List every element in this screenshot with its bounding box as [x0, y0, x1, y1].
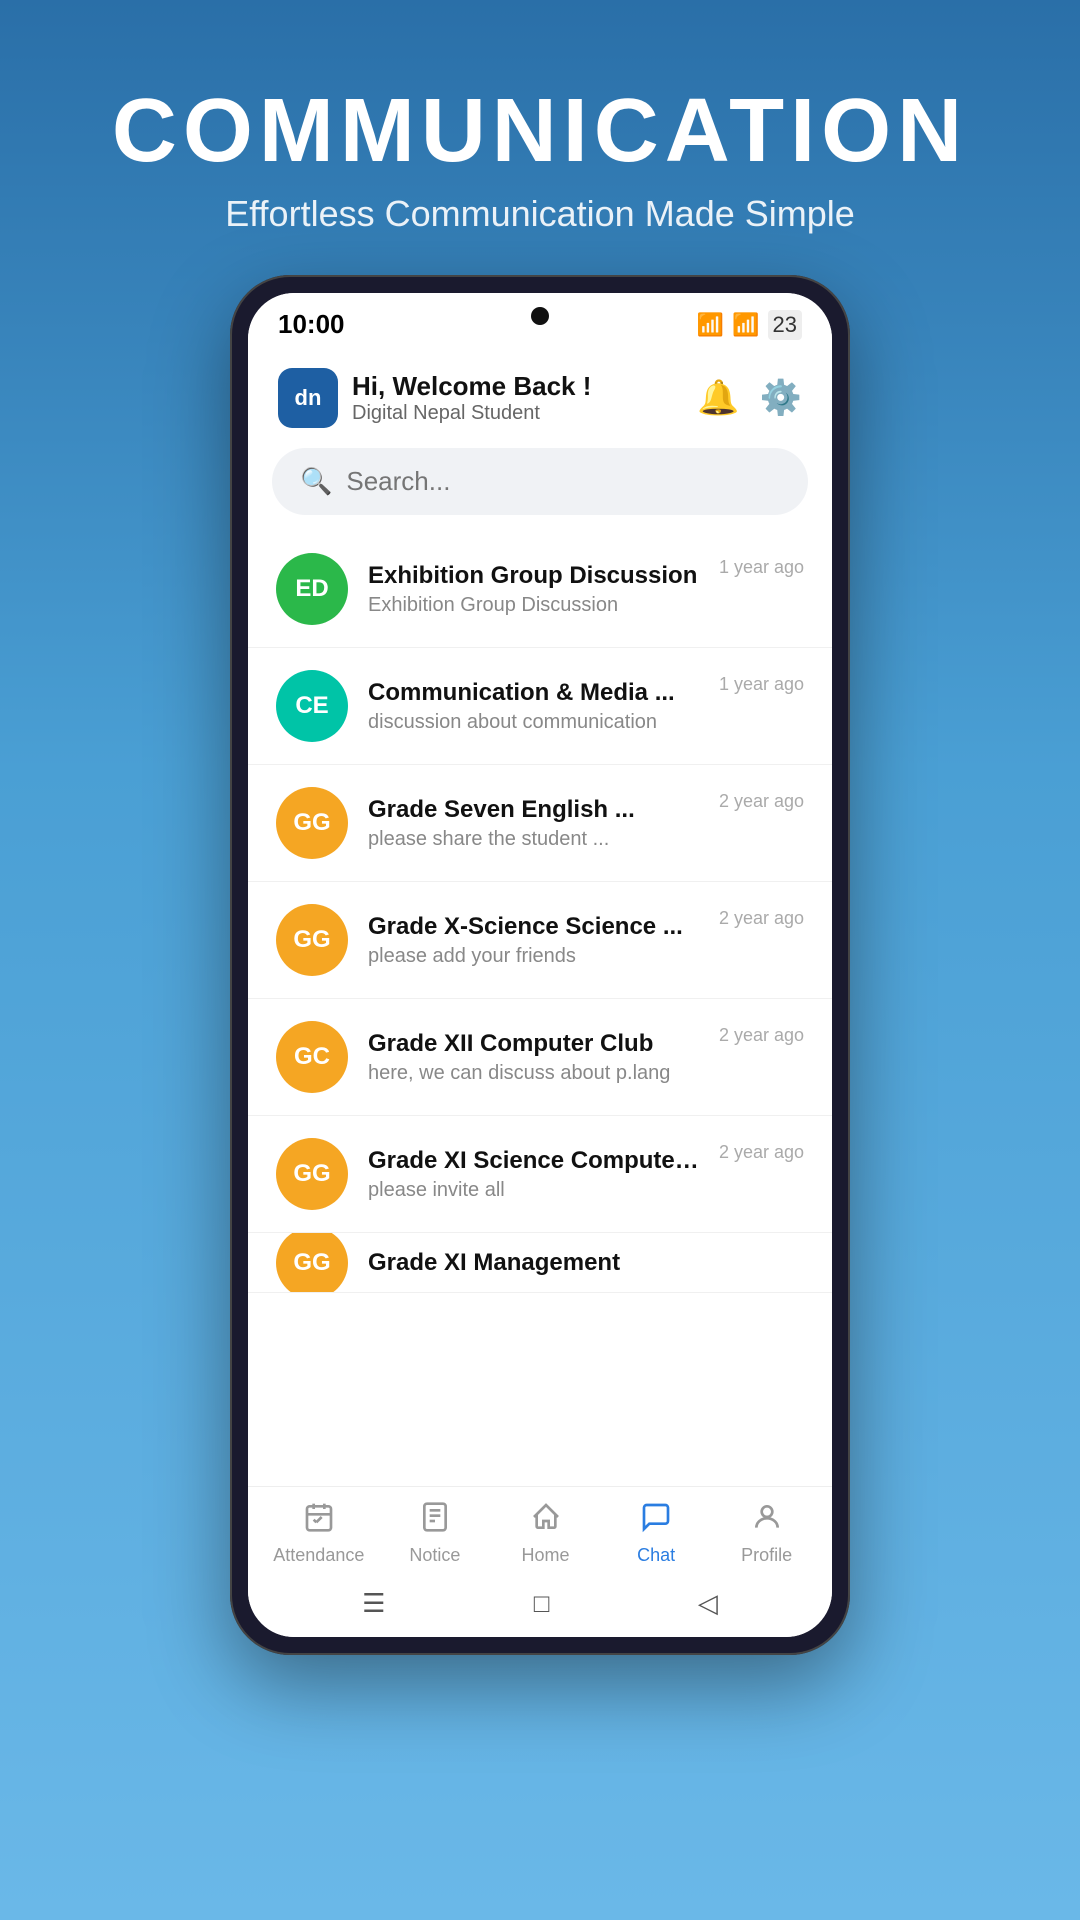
chat-time: 1 year ago [719, 674, 804, 695]
phone-frame: 10:00 📶 📶 23 dn [230, 275, 850, 1655]
app-logo: dn [278, 368, 338, 428]
chat-label: Chat [637, 1545, 675, 1566]
phone-screen: 10:00 📶 📶 23 dn [248, 293, 832, 1637]
greeting-text: Hi, Welcome Back ! [352, 371, 591, 402]
chat-item[interactable]: GG Grade XI Management [248, 1233, 832, 1293]
nav-item-notice[interactable]: Notice [395, 1501, 475, 1566]
avatar: GG [276, 904, 348, 976]
nav-item-chat[interactable]: Chat [616, 1501, 696, 1566]
avatar: GG [276, 1233, 348, 1293]
chat-time: 2 year ago [719, 1025, 804, 1046]
avatar: GG [276, 1138, 348, 1210]
settings-icon[interactable]: ⚙️ [760, 378, 802, 418]
attendance-label: Attendance [273, 1545, 364, 1566]
avatar: GC [276, 1021, 348, 1093]
chat-info: Grade X-Science Science ... please add y… [368, 913, 699, 968]
user-info: dn Hi, Welcome Back ! Digital Nepal Stud… [278, 368, 591, 428]
profile-icon [751, 1501, 783, 1541]
app-content: dn Hi, Welcome Back ! Digital Nepal Stud… [248, 348, 832, 1637]
chat-item[interactable]: CE Communication & Media ... discussion … [248, 648, 832, 765]
search-icon: 🔍 [300, 466, 332, 497]
signal-icon: 📶 [732, 312, 759, 338]
camera-dot [531, 307, 549, 325]
system-nav: ☰ □ ◁ [248, 1576, 832, 1637]
status-time: 10:00 [278, 309, 345, 340]
chat-info: Grade XII Computer Club here, we can dis… [368, 1030, 699, 1085]
chat-list: ED Exhibition Group Discussion Exhibitio… [248, 531, 832, 1486]
top-actions: 🔔 ⚙️ [697, 378, 802, 418]
chat-info: Exhibition Group Discussion Exhibition G… [368, 562, 699, 617]
bottom-nav: Attendance Notice Home Chat Profile [248, 1486, 832, 1576]
chat-item[interactable]: ED Exhibition Group Discussion Exhibitio… [248, 531, 832, 648]
chat-name: Grade X-Science Science ... [368, 913, 699, 941]
nav-item-profile[interactable]: Profile [727, 1501, 807, 1566]
attendance-icon [303, 1501, 335, 1541]
chat-item[interactable]: GG Grade Seven English ... please share … [248, 765, 832, 882]
chat-item[interactable]: GC Grade XII Computer Club here, we can … [248, 999, 832, 1116]
chat-item[interactable]: GG Grade X-Science Science ... please ad… [248, 882, 832, 999]
username-text: Digital Nepal Student [352, 402, 591, 425]
profile-label: Profile [741, 1545, 792, 1566]
chat-info: Grade Seven English ... please share the… [368, 796, 699, 851]
chat-name: Communication & Media ... [368, 679, 699, 707]
wifi-icon: 📶 [697, 312, 724, 338]
chat-name: Grade XII Computer Club [368, 1030, 699, 1058]
search-input[interactable] [346, 466, 780, 497]
avatar: GG [276, 787, 348, 859]
chat-name: Exhibition Group Discussion [368, 562, 699, 590]
chat-time: 2 year ago [719, 1142, 804, 1163]
chat-name: Grade XI Science Computer ... [368, 1147, 699, 1175]
chat-info: Communication & Media ... discussion abo… [368, 679, 699, 734]
top-bar: dn Hi, Welcome Back ! Digital Nepal Stud… [248, 348, 832, 438]
chat-preview: discussion about communication [368, 711, 699, 734]
chat-preview: please share the student ... [368, 828, 699, 851]
status-bar: 10:00 📶 📶 23 [248, 293, 832, 348]
menu-icon[interactable]: ☰ [362, 1588, 385, 1619]
nav-item-home[interactable]: Home [506, 1501, 586, 1566]
chat-time: 1 year ago [719, 557, 804, 578]
status-icons: 📶 📶 23 [697, 310, 802, 340]
page-background: COMMUNICATION Effortless Communication M… [0, 0, 1080, 1920]
chat-info: Grade XI Management [368, 1249, 804, 1277]
chat-icon [640, 1501, 672, 1541]
home-label: Home [522, 1545, 570, 1566]
chat-preview: please invite all [368, 1179, 699, 1202]
avatar: CE [276, 670, 348, 742]
user-text: Hi, Welcome Back ! Digital Nepal Student [352, 371, 591, 425]
page-header: COMMUNICATION Effortless Communication M… [112, 80, 968, 235]
chat-name: Grade Seven English ... [368, 796, 699, 824]
page-title: COMMUNICATION [112, 80, 968, 183]
chat-time: 2 year ago [719, 791, 804, 812]
back-icon[interactable]: ◁ [698, 1588, 718, 1619]
home-icon [530, 1501, 562, 1541]
chat-item[interactable]: GG Grade XI Science Computer ... please … [248, 1116, 832, 1233]
chat-preview: here, we can discuss about p.lang [368, 1062, 699, 1085]
page-subtitle: Effortless Communication Made Simple [112, 193, 968, 235]
search-bar[interactable]: 🔍 [272, 448, 808, 515]
square-icon[interactable]: □ [534, 1588, 550, 1619]
nav-item-attendance[interactable]: Attendance [273, 1501, 364, 1566]
avatar: ED [276, 553, 348, 625]
chat-name: Grade XI Management [368, 1249, 804, 1277]
notice-icon [419, 1501, 451, 1541]
chat-time: 2 year ago [719, 908, 804, 929]
chat-preview: please add your friends [368, 945, 699, 968]
chat-preview: Exhibition Group Discussion [368, 594, 699, 617]
battery-icon: 23 [768, 310, 802, 340]
notice-label: Notice [409, 1545, 460, 1566]
bell-icon[interactable]: 🔔 [697, 378, 739, 418]
chat-info: Grade XI Science Computer ... please inv… [368, 1147, 699, 1202]
